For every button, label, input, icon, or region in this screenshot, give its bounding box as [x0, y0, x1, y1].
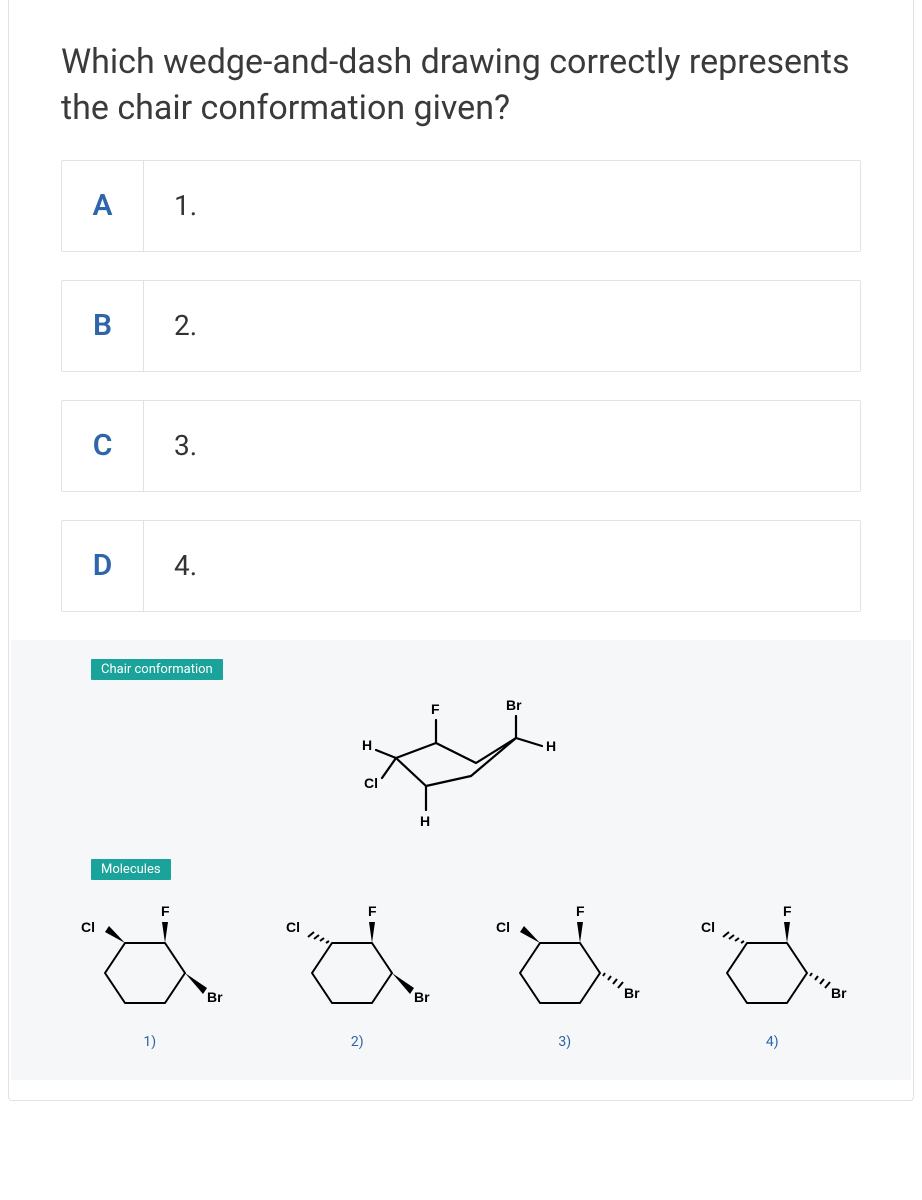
answer-options: A 1. B 2. C 3. D 4.	[9, 160, 913, 612]
molecule-1: F Cl Br 1)	[51, 898, 249, 1050]
atom-f: F	[431, 701, 440, 717]
atom-cl: Cl	[81, 919, 95, 935]
chair-tag: Chair conformation	[91, 659, 223, 680]
atom-h: H	[546, 738, 556, 754]
option-label: 1.	[144, 161, 860, 251]
option-d[interactable]: D 4.	[61, 520, 861, 612]
option-c[interactable]: C 3.	[61, 400, 861, 492]
option-a[interactable]: A 1.	[61, 160, 861, 252]
option-label: 2.	[144, 281, 860, 371]
molecule-number: 3)	[466, 1034, 664, 1050]
option-b[interactable]: B 2.	[61, 280, 861, 372]
atom-h: H	[420, 813, 430, 829]
atom-f: F	[368, 903, 377, 919]
atom-br: Br	[831, 985, 847, 1001]
atom-cl: Cl	[701, 919, 715, 935]
molecule-4: F Cl Br 4)	[674, 898, 872, 1050]
molecule-number: 2)	[259, 1034, 457, 1050]
option-letter: C	[62, 401, 144, 491]
option-letter: B	[62, 281, 144, 371]
option-label: 3.	[144, 401, 860, 491]
chair-tag-row: Chair conformation	[51, 658, 871, 680]
diagram-area: Chair conformation	[11, 640, 911, 1080]
molecule-3: F Cl Br 3)	[466, 898, 664, 1050]
question-card: Which wedge-and-dash drawing correctly r…	[8, 0, 914, 1101]
chair-diagram: F Br H H Cl H	[51, 688, 871, 838]
option-letter: A	[62, 161, 144, 251]
atom-cl: Cl	[286, 919, 300, 935]
atom-cl: Cl	[496, 919, 510, 935]
molecule-2: F Cl Br 2)	[259, 898, 457, 1050]
atom-br: Br	[506, 697, 522, 713]
option-label: 4.	[144, 521, 860, 611]
question-text: Which wedge-and-dash drawing correctly r…	[9, 0, 913, 160]
atom-br: Br	[414, 989, 430, 1005]
molecules-row: F Cl Br 1)	[51, 898, 871, 1050]
atom-br: Br	[624, 985, 640, 1001]
atom-h: H	[362, 737, 372, 753]
molecules-tag-row: Molecules	[51, 858, 871, 880]
atom-f: F	[783, 903, 792, 919]
molecule-number: 4)	[674, 1034, 872, 1050]
atom-cl: Cl	[364, 775, 378, 791]
atom-f: F	[576, 903, 585, 919]
molecules-tag: Molecules	[91, 859, 171, 880]
option-letter: D	[62, 521, 144, 611]
molecule-number: 1)	[51, 1034, 249, 1050]
atom-f: F	[161, 903, 170, 919]
atom-br: Br	[207, 989, 223, 1005]
